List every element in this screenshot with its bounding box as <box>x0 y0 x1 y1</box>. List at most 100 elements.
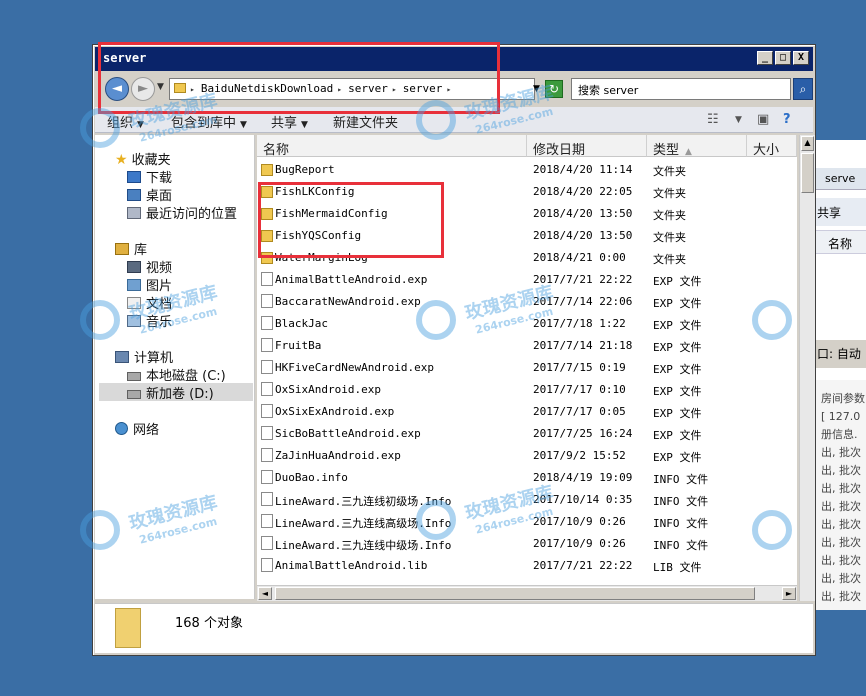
maximize-button[interactable]: □ <box>775 51 791 65</box>
search-icon[interactable]: ⌕ <box>793 78 813 100</box>
file-date: 2017/7/15 0:19 <box>533 361 626 374</box>
table-row[interactable]: DuoBao.info 2018/4/19 19:09 INFO 文件 <box>257 467 797 489</box>
table-row[interactable]: ZaJinHuaAndroid.exp 2017/9/2 15:52 EXP 文件 <box>257 445 797 467</box>
column-header-type[interactable]: 类型 ▲ <box>647 135 747 157</box>
nav-label: 桌面 <box>146 189 173 204</box>
nav-music[interactable]: 音乐 <box>127 311 172 330</box>
table-row[interactable]: AnimalBattleAndroid.exp 2017/7/21 22:22 EX… <box>257 269 797 291</box>
table-row[interactable]: LineAward.三九连线高级场.Info 2017/10/9 0:26 INFO… <box>257 511 797 533</box>
file-date: 2017/10/9 0:26 <box>533 537 626 550</box>
chevron-right-icon[interactable]: ▸ <box>190 85 195 94</box>
nav-recent[interactable]: 最近访问的位置 <box>127 203 237 222</box>
nav-label: 文档 <box>146 297 173 312</box>
table-row[interactable]: BugReport 2018/4/20 11:14 文件夹 <box>257 159 797 181</box>
minimize-button[interactable]: _ <box>757 51 773 65</box>
table-row[interactable]: LineAward.三九连线中级场.Info 2017/10/9 0:26 INFO… <box>257 533 797 555</box>
nav-downloads[interactable]: 下载 <box>127 167 172 186</box>
address-dropdown-icon[interactable]: ▼ <box>533 84 540 94</box>
forward-button[interactable]: ► <box>131 77 155 101</box>
breadcrumb-segment[interactable]: server <box>348 82 388 95</box>
close-button[interactable]: X <box>793 51 809 65</box>
help-icon[interactable]: ? <box>783 112 791 127</box>
vertical-scrollbar[interactable]: ▲ <box>799 135 815 601</box>
table-row[interactable]: BlackJac 2017/7/18 1:22 EXP 文件 <box>257 313 797 335</box>
command-bar: 组织 ▼ 包含到库中 ▼ 共享 ▼ 新建文件夹 ☷ ▼ ▣ ? <box>95 107 813 133</box>
scroll-thumb[interactable] <box>801 153 814 193</box>
file-date: 2017/7/21 22:22 <box>533 273 633 286</box>
file-icon <box>261 448 273 462</box>
chevron-right-icon[interactable]: ▸ <box>446 85 451 94</box>
chevron-down-icon[interactable]: ▼ <box>735 115 742 125</box>
history-dropdown-icon[interactable]: ▼ <box>157 82 164 92</box>
table-row[interactable]: AnimalBattleAndroid.lib 2017/7/21 22:22 LI… <box>257 555 797 577</box>
new-folder-button[interactable]: 新建文件夹 <box>333 112 398 131</box>
column-type-label: 类型 <box>653 143 680 157</box>
table-row[interactable]: FishLKConfig 2018/4/20 22:05 文件夹 <box>257 181 797 203</box>
nav-computer[interactable]: 计算机 <box>115 347 173 366</box>
search-input[interactable]: 搜索 server <box>571 78 791 100</box>
file-date: 2017/10/14 0:35 <box>533 493 633 506</box>
preview-pane-icon[interactable]: ▣ <box>757 112 769 127</box>
nav-desktop[interactable]: 桌面 <box>127 185 173 204</box>
table-row[interactable]: LineAward.三九连线初级场.Info 2017/10/14 0:35 INF… <box>257 489 797 511</box>
chevron-right-icon[interactable]: ▸ <box>337 85 342 94</box>
column-header-name[interactable]: 名称 <box>257 135 527 157</box>
table-row[interactable]: OxSixAndroid.exp 2017/7/17 0:10 EXP 文件 <box>257 379 797 401</box>
column-header-modified[interactable]: 修改日期 <box>527 135 647 157</box>
nav-libraries[interactable]: 库 <box>115 239 148 258</box>
share-button[interactable]: 共享 ▼ <box>271 112 308 131</box>
file-icon <box>261 272 273 286</box>
file-type: EXP 文件 <box>653 275 702 288</box>
table-row[interactable]: FishMermaidConfig 2018/4/20 13:50 文件夹 <box>257 203 797 225</box>
table-row[interactable]: BaccaratNewAndroid.exp 2017/7/14 22:06 EXP… <box>257 291 797 313</box>
chevron-right-icon[interactable]: ▸ <box>392 85 397 94</box>
network-icon <box>115 422 128 435</box>
table-row[interactable]: WaterMarginLog 2018/4/21 0:00 文件夹 <box>257 247 797 269</box>
table-row[interactable]: FruitBa 2017/7/14 21:18 EXP 文件 <box>257 335 797 357</box>
refresh-icon[interactable]: ↻ <box>545 80 563 98</box>
include-in-library-button[interactable]: 包含到库中 ▼ <box>171 112 247 131</box>
scroll-right-icon[interactable]: ► <box>782 587 796 600</box>
file-type: INFO 文件 <box>653 473 709 486</box>
file-icon <box>261 492 273 506</box>
bg-auto-label[interactable]: 自动 <box>837 347 861 361</box>
hscroll-thumb[interactable] <box>275 587 755 600</box>
view-options-icon[interactable]: ☷ <box>707 112 719 127</box>
table-row[interactable]: OxSixExAndroid.exp 2017/7/17 0:05 EXP 文件 <box>257 401 797 423</box>
recent-places-icon <box>127 207 141 219</box>
nav-favorites[interactable]: ★ 收藏夹 <box>115 149 171 168</box>
bg-window-tab[interactable]: serve <box>813 168 866 190</box>
file-icon <box>261 404 273 418</box>
file-icon <box>261 558 273 572</box>
nav-pictures[interactable]: 图片 <box>127 275 173 294</box>
scroll-left-icon[interactable]: ◄ <box>258 587 272 600</box>
breadcrumb-segment[interactable]: server <box>403 82 443 95</box>
folder-icon <box>261 164 273 176</box>
table-row[interactable]: FishYQSConfig 2018/4/20 13:50 文件夹 <box>257 225 797 247</box>
chevron-down-icon: ▼ <box>240 120 247 130</box>
nav-label: 本地磁盘 (C:) <box>146 369 226 384</box>
nav-new-volume-d[interactable]: 新加卷 (D:) <box>99 383 253 402</box>
bg-window-name-col: 名称 <box>813 230 866 254</box>
file-type: INFO 文件 <box>653 495 709 508</box>
back-button[interactable]: ◄ <box>105 77 129 101</box>
nav-label: 图片 <box>146 279 173 294</box>
table-row[interactable]: HKFiveCardNewAndroid.exp 2017/7/15 0:19 EX… <box>257 357 797 379</box>
nav-local-disk-c[interactable]: 本地磁盘 (C:) <box>127 365 226 384</box>
breadcrumb-segment[interactable]: BaiduNetdiskDownload <box>201 82 333 95</box>
bg-window-share[interactable]: 共享 <box>813 198 866 226</box>
nav-label: 库 <box>134 243 148 258</box>
nav-documents[interactable]: 文档 <box>127 293 173 312</box>
nav-videos[interactable]: 视频 <box>127 257 172 276</box>
title-bar[interactable]: server _ □ X <box>95 47 813 71</box>
share-label: 共享 <box>271 116 298 131</box>
nav-network[interactable]: 网络 <box>115 419 159 438</box>
column-header-size[interactable]: 大小 <box>747 135 797 157</box>
table-row[interactable]: SicBoBattleAndroid.exp 2017/7/25 16:24 EXP… <box>257 423 797 445</box>
scroll-up-icon[interactable]: ▲ <box>801 136 814 151</box>
drive-icon <box>127 372 141 381</box>
horizontal-scrollbar[interactable]: ◄ ► <box>257 585 797 601</box>
window-title: server <box>103 51 147 65</box>
organize-button[interactable]: 组织 ▼ <box>107 112 144 131</box>
address-input[interactable]: ▸ BaiduNetdiskDownload ▸ server ▸ server ▸ <box>169 78 535 100</box>
